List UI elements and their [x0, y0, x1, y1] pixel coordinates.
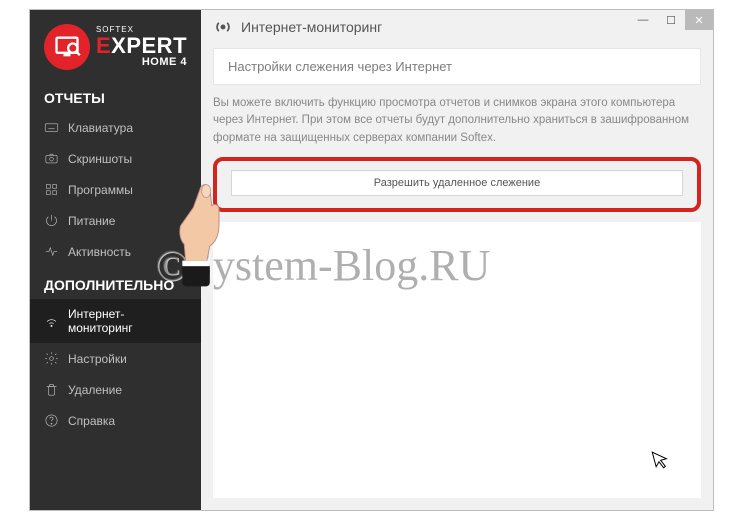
- sidebar-item-programs[interactable]: Программы: [30, 174, 201, 205]
- section-additional-title: ДОПОЛНИТЕЛЬНО: [30, 267, 201, 299]
- sidebar-item-label: Клавиатура: [68, 121, 133, 135]
- sidebar-item-label: Программы: [68, 183, 133, 197]
- minimize-button[interactable]: —: [629, 10, 657, 30]
- main-panel: — ☐ ✕ Интернет-мониторинг Настройки слеж…: [201, 10, 713, 510]
- window-controls: — ☐ ✕: [629, 10, 713, 30]
- description-text: Вы можете включить функцию просмотра отч…: [213, 95, 701, 147]
- grid-icon: [44, 182, 59, 197]
- help-icon: [44, 413, 59, 428]
- subheader: Настройки слежения через Интернет: [213, 48, 701, 85]
- section-reports-title: ОТЧЕТЫ: [30, 80, 201, 112]
- power-icon: [44, 213, 59, 228]
- brand-block: SOFTEX EXPERT HOME 4: [30, 10, 201, 80]
- sidebar-item-label: Удаление: [68, 383, 122, 397]
- sidebar-item-label: Справка: [68, 414, 115, 428]
- keyboard-icon: [44, 120, 59, 135]
- brand-logo-icon: [44, 24, 90, 70]
- sidebar-item-power[interactable]: Питание: [30, 205, 201, 236]
- camera-icon: [44, 151, 59, 166]
- broadcast-icon: [213, 17, 233, 37]
- brand-home: HOME 4: [96, 57, 187, 68]
- sidebar-item-help[interactable]: Справка: [30, 405, 201, 436]
- sidebar-item-settings[interactable]: Настройки: [30, 343, 201, 374]
- close-button[interactable]: ✕: [685, 10, 713, 30]
- sidebar-item-label: Скриншоты: [68, 152, 132, 166]
- sidebar: SOFTEX EXPERT HOME 4 ОТЧЕТЫ Клавиатура С…: [30, 10, 201, 510]
- sidebar-item-internet-monitoring[interactable]: Интернет-мониторинг: [30, 299, 201, 343]
- sidebar-item-label: Интернет-мониторинг: [68, 307, 187, 335]
- wifi-icon: [44, 314, 59, 329]
- activity-icon: [44, 244, 59, 259]
- trash-icon: [44, 382, 59, 397]
- page-title: Интернет-мониторинг: [241, 19, 382, 35]
- maximize-button[interactable]: ☐: [657, 10, 685, 30]
- brand-expert: EXPERT: [96, 35, 187, 57]
- app-window: SOFTEX EXPERT HOME 4 ОТЧЕТЫ Клавиатура С…: [29, 9, 714, 511]
- sidebar-item-label: Настройки: [68, 352, 127, 366]
- highlight-box: Разрешить удаленное слежение: [213, 157, 701, 212]
- content-area: [213, 222, 701, 498]
- gear-icon: [44, 351, 59, 366]
- allow-remote-tracking-button[interactable]: Разрешить удаленное слежение: [231, 170, 683, 196]
- sidebar-item-activity[interactable]: Активность: [30, 236, 201, 267]
- sidebar-item-delete[interactable]: Удаление: [30, 374, 201, 405]
- sidebar-item-label: Активность: [68, 245, 131, 259]
- sidebar-item-label: Питание: [68, 214, 115, 228]
- sidebar-item-keyboard[interactable]: Клавиатура: [30, 112, 201, 143]
- sidebar-item-screenshots[interactable]: Скриншоты: [30, 143, 201, 174]
